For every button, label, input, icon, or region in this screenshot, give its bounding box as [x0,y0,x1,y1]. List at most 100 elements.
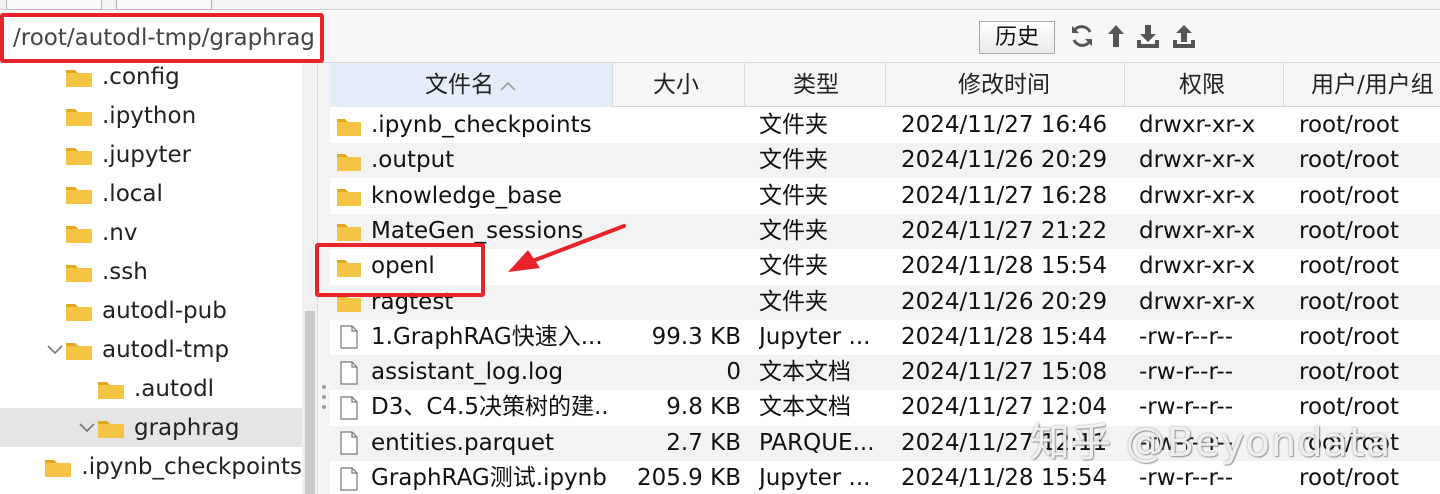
folder-icon [337,118,361,136]
cell-type: Jupyter ... [759,323,871,350]
tree-item[interactable]: .nv [0,213,302,252]
cell-name: .output [336,143,608,178]
cell-owner: root/root [1299,253,1399,280]
tree-item[interactable]: .ipynb_checkpoints [0,447,302,486]
file-icon [340,396,358,420]
table-row[interactable]: knowledge_base 文件夹 2024/11/27 16:28 drwxr-x… [330,179,1440,214]
tree-item[interactable]: graphrag [0,408,302,447]
chevron-down-icon[interactable] [45,340,65,360]
file-icon [340,466,358,491]
tree-scrollbar-thumb[interactable] [305,311,315,494]
cell-type: 文件夹 [759,217,828,244]
file-icon [340,360,358,385]
cell-modified: 2024/11/26 20:29 [901,288,1108,315]
cell-type: 文件夹 [759,182,828,209]
tree-item[interactable]: .jupyter [0,135,302,174]
sort-ascending-icon [500,81,516,91]
download-icon[interactable] [1133,21,1163,51]
tree-item[interactable]: .ssh [0,252,302,291]
column-header-permissions[interactable]: 权限 [1125,63,1284,107]
cell-size: 205.9 KB [636,465,741,491]
window-tab[interactable] [116,0,212,10]
cell-size: 99.3 KB [651,323,741,350]
file-name-label: assistant_log.log [371,359,564,386]
file-name-label: D3、C4.5决策树的建... [371,394,608,421]
table-row[interactable]: .ipynb_checkpoints 文件夹 2024/11/27 16:46 drw… [330,108,1440,143]
table-row[interactable]: 1.GraphRAG快速入... 99.3 KB Jupyter ... 2024/1… [330,320,1440,355]
cell-name: assistant_log.log [336,355,608,390]
cell-name: entities.parquet [336,426,608,461]
folder-icon [66,147,92,165]
tree-item-label: .local [102,180,163,207]
cell-owner: root/root [1299,288,1399,315]
tree-item-label: .ipynb_checkpoints [81,453,302,480]
file-name-label: GraphRAG测试.ipynb [371,465,607,491]
tree-item[interactable]: .local [0,174,302,213]
column-header-size[interactable]: 大小 [613,63,745,107]
cell-perm: drwxr-xr-x [1139,112,1256,138]
path-input[interactable]: /root/autodl-tmp/graphrag [0,13,324,63]
upload-tray-icon[interactable] [1169,21,1199,51]
table-row[interactable]: openl 文件夹 2024/11/28 15:54 drwxr-xr-x root/r… [330,249,1440,284]
cell-owner: root/root [1299,217,1399,244]
tree-item-label: graphrag [134,414,240,441]
column-header-modified[interactable]: 修改时间 [886,63,1125,107]
folder-icon [337,153,361,171]
file-icon [340,431,358,455]
table-row[interactable]: ragtest 文件夹 2024/11/26 20:29 drwxr-xr-x root… [330,284,1440,320]
tree-item[interactable]: .ipython [0,96,302,135]
cell-modified: 2024/11/27 21:22 [901,217,1108,244]
table-row[interactable]: MateGen_sessions 文件夹 2024/11/27 21:22 drwxr… [330,213,1440,249]
table-header: 文件名 大小 类型 修改时间 权限 用户/用户组 [330,63,1440,107]
upload-arrow-icon[interactable] [1101,21,1131,51]
annotation-highlight-box [315,243,485,297]
chevron-down-icon[interactable] [77,418,97,438]
cell-owner: root/root [1299,323,1399,350]
cell-type: PARQUE... [759,429,875,456]
refresh-icon[interactable] [1067,21,1097,51]
tree-item-label: .autodl [134,375,215,402]
column-header-name[interactable]: 文件名 [330,63,613,107]
tree-item-label: .ipython [102,102,197,129]
folder-icon [66,108,92,126]
cell-name: GraphRAG测试.ipynb [336,461,608,494]
cell-modified: 2024/11/27 16:28 [901,182,1108,209]
cell-type: 文件夹 [759,147,828,174]
cell-owner: root/root [1299,182,1399,209]
file-name-label: 1.GraphRAG快速入... [371,323,603,350]
directory-tree: .config .ipython .jupyter .local .nv .ssh auto… [0,63,318,494]
tree-item-label: autodl-pub [102,297,227,324]
cell-modified: 2024/11/27 16:46 [901,112,1108,138]
cell-type: 文件夹 [759,112,828,138]
table-row[interactable]: assistant_log.log 0 文本文档 2024/11/27 15:08 -r… [330,355,1440,391]
cell-perm: -rw-r--r-- [1139,323,1234,350]
table-row[interactable]: .output 文件夹 2024/11/26 20:29 drwxr-xr-x root… [330,143,1440,179]
column-header-type[interactable]: 类型 [745,63,886,107]
tree-item-label: .config [102,63,180,90]
tree-item[interactable]: .config [0,63,302,96]
cell-perm: drwxr-xr-x [1139,288,1256,315]
cell-owner: root/root [1299,112,1399,138]
tree-item[interactable]: .autodl [0,369,302,408]
column-header-owner[interactable]: 用户/用户组 [1284,63,1440,107]
cell-size [613,143,741,178]
folder-icon [45,459,72,477]
history-button[interactable]: 历史 [979,21,1055,54]
tree-item[interactable]: autodl-tmp [0,330,302,369]
cell-name: knowledge_base [336,179,608,214]
cell-name: D3、C4.5决策树的建... [336,390,608,425]
file-name-label: .output [371,147,455,174]
cell-modified: 2024/11/26 20:29 [901,147,1108,174]
cell-perm: drwxr-xr-x [1139,147,1256,174]
cell-type: 文本文档 [759,359,851,386]
cell-type: Jupyter ... [759,465,871,491]
folder-icon [66,264,92,282]
tree-item[interactable]: autodl-pub [0,291,302,330]
path-toolbar: /root/autodl-tmp/graphrag 历史 [0,11,1440,63]
annotation-arrow [508,224,626,272]
window-tab[interactable] [6,0,102,10]
